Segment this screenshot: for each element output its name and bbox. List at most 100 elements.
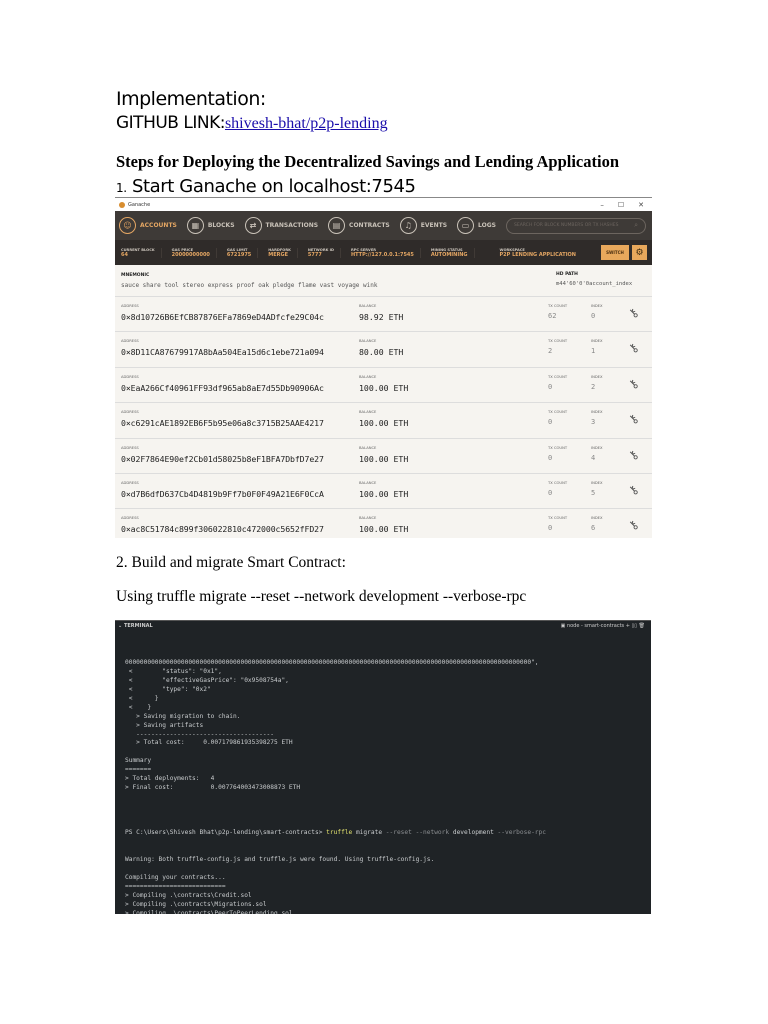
info-value: 5777 — [307, 251, 322, 258]
blocks-icon: ▦ — [186, 217, 204, 234]
plus-icon[interactable]: + — [626, 623, 630, 629]
tx-count-label: TX COUNT — [548, 410, 568, 415]
split-icon[interactable]: ▯▯ — [632, 623, 638, 629]
nav-accounts[interactable]: ☺ ACCOUNTS — [119, 217, 177, 234]
minimize-icon[interactable]: – — [600, 201, 604, 209]
account-index: 2 — [591, 382, 596, 391]
nav-label: ACCOUNTS — [140, 222, 177, 229]
terminal-line: < "type": "0x2" — [125, 685, 211, 693]
nav-contracts[interactable]: ▤ CONTRACTS — [328, 217, 390, 234]
user-icon: ☺ — [119, 217, 136, 234]
account-index: 0 — [591, 312, 596, 320]
nav-logs[interactable]: ▭ LOGS — [457, 217, 496, 234]
close-icon[interactable]: ✕ — [638, 201, 644, 209]
balance-label: BALANCE — [359, 516, 377, 521]
index-label: INDEX — [591, 410, 603, 415]
terminal-line: < } — [125, 703, 152, 711]
terminal-line: Summary — [125, 757, 152, 765]
index-label: INDEX — [591, 304, 603, 308]
key-icon[interactable]: ⚷ — [625, 482, 641, 498]
key-icon[interactable]: ⚷ — [625, 517, 641, 533]
github-label: GITHUB LINK: — [116, 113, 225, 133]
terminal-line: < "status": "0x1", — [125, 667, 222, 675]
trash-icon[interactable]: 🗑 — [639, 623, 645, 629]
search-input[interactable]: SEARCH FOR BLOCK NUMBERS OR TX HASHES ⌕ — [506, 217, 646, 234]
info-field: MINING STATUS AUTOMINING — [431, 247, 475, 258]
account-index: 3 — [591, 418, 596, 427]
account-tx-count: 0 — [548, 524, 553, 533]
ganache-info-bar: CURRENT BLOCK 64 GAS PRICE 20000000000 GAS L… — [115, 240, 652, 265]
terminal-line: > Compiling .\contracts\Migrations.sol — [125, 900, 267, 908]
account-balance: 100.00 ETH — [359, 382, 409, 393]
step-1: 1. Start Ganache on localhost:7545 — [116, 176, 416, 197]
terminal-icon: ▭ — [457, 217, 475, 234]
search-placeholder: SEARCH FOR BLOCK NUMBERS OR TX HASHES — [514, 223, 619, 228]
account-address: 0×8d10726B6EfCB87876EFa7869eD4ADfcfe29C0… — [121, 312, 324, 322]
account-tx-count: 2 — [548, 347, 553, 356]
key-icon[interactable]: ⚷ — [625, 305, 641, 321]
terminal-session[interactable]: node - smart-contracts — [567, 623, 624, 629]
key-icon[interactable]: ⚷ — [625, 376, 641, 392]
info-value: 64 — [121, 251, 128, 258]
account-tx-count: 0 — [548, 488, 553, 497]
terminal-screenshot: ⌄ TERMINAL ▣ node - smart-contracts + ▯▯… — [115, 620, 651, 914]
balance-label: BALANCE — [359, 339, 377, 344]
hd-path-value: m44'60'0'0account_index — [556, 281, 633, 287]
address-label: ADDRESS — [121, 410, 139, 415]
account-address: 0×d7B6dfD637Cb4D4819b9Ff7b0F0F49A21E6F0C… — [121, 488, 324, 499]
github-line: GITHUB LINK:shivesh-bhat/p2p-lending — [116, 113, 388, 133]
info-field: GAS LIMIT 6721975 — [226, 247, 259, 258]
account-balance: 98.92 ETH — [359, 312, 404, 322]
step-1-number: 1. — [116, 181, 127, 195]
ganache-nav: ☺ ACCOUNTS ▦ BLOCKS ⇄ TRANSACTIONS ▤ CONTRAC… — [115, 211, 652, 240]
document-icon: ▤ — [328, 217, 346, 234]
terminal-output: 0000000000000000000000000000000000000000… — [125, 641, 546, 914]
terminal-line: > Saving artifacts — [125, 721, 204, 729]
terminal-line: > Total deployments: 4 — [125, 775, 215, 783]
tx-count-label: TX COUNT — [548, 339, 568, 344]
terminal-line: < } — [125, 694, 159, 702]
account-address: 0×EaA266Cf40961FF93df965ab8aE7d55Db90906… — [121, 382, 324, 393]
info-value: 6721975 — [226, 251, 252, 258]
cmd-network: development — [452, 828, 498, 836]
terminal-line: Compiling your contracts... — [125, 873, 226, 881]
terminal-line: < "effectiveGasPrice": "0x9508754a", — [125, 676, 289, 684]
nav-transactions[interactable]: ⇄ TRANSACTIONS — [244, 217, 319, 234]
account-balance: 100.00 ETH — [359, 524, 409, 535]
nav-events[interactable]: ♫ EVENTS — [399, 217, 447, 234]
gear-icon[interactable]: ⚙ — [632, 245, 647, 260]
key-icon[interactable]: ⚷ — [625, 447, 641, 463]
key-icon[interactable]: ⚷ — [625, 411, 641, 427]
nav-blocks[interactable]: ▦ BLOCKS — [186, 217, 235, 234]
terminal-line: > Total cost: 0.007179861935398275 ETH — [125, 739, 293, 747]
switch-button[interactable]: SWITCH — [601, 245, 629, 260]
account-balance: 100.00 ETH — [359, 488, 409, 499]
account-row: ADDRESS BALANCE TX COUNT INDEX 0×ac8C517… — [115, 509, 652, 538]
info-field: WORKSPACE P2P LENDING APPLICATION — [500, 248, 582, 258]
address-label: ADDRESS — [121, 304, 139, 308]
key-icon[interactable]: ⚷ — [625, 340, 641, 356]
terminal-line: > Saving migration to chain. — [125, 712, 241, 720]
info-value: MERGE — [268, 251, 289, 258]
terminal-line: ------------------------------------- — [125, 730, 275, 738]
account-row: ADDRESS BALANCE TX COUNT INDEX 0×EaA266C… — [115, 367, 652, 404]
cmd-truffle: truffle — [326, 828, 353, 836]
account-tx-count: 0 — [548, 453, 553, 462]
cmd-migrate: migrate — [352, 828, 386, 836]
nav-label: TRANSACTIONS — [265, 222, 319, 229]
account-index: 6 — [591, 524, 596, 533]
ganache-logo-icon — [119, 201, 125, 208]
info-field: RPC SERVER HTTP://127.0.0.1:7545 — [351, 247, 421, 258]
implementation-heading: Implementation: — [116, 88, 266, 110]
address-label: ADDRESS — [121, 445, 139, 450]
github-link[interactable]: shivesh-bhat/p2p-lending — [225, 115, 388, 132]
steps-title: Steps for Deploying the Decentralized Sa… — [116, 152, 620, 171]
address-label: ADDRESS — [121, 339, 139, 344]
index-label: INDEX — [591, 516, 603, 521]
maximize-icon[interactable]: ☐ — [618, 201, 624, 209]
nav-label: BLOCKS — [207, 222, 235, 229]
step-1-text: Start Ganache on localhost:7545 — [131, 176, 416, 197]
balance-label: BALANCE — [359, 410, 377, 415]
